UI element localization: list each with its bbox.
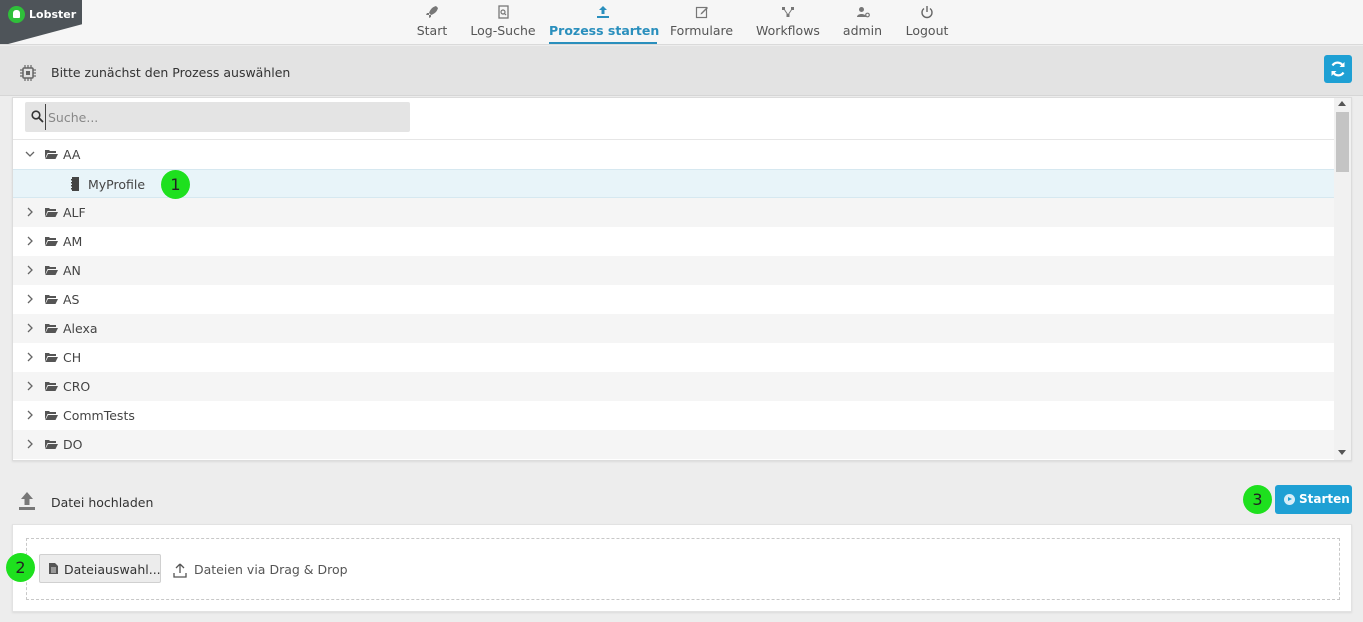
tree-folder-am[interactable]: AM — [13, 227, 1335, 256]
folder-open-icon — [45, 440, 58, 449]
search-input[interactable] — [45, 104, 405, 130]
nav-logout[interactable]: Logout — [903, 0, 951, 44]
chevron-right-icon[interactable] — [25, 381, 35, 391]
chip-icon — [20, 65, 36, 81]
tree-folder-cro[interactable]: CRO — [13, 372, 1335, 401]
file-select-button[interactable]: Dateiauswahl... — [39, 554, 161, 583]
tree-folder-label: AA — [63, 147, 81, 162]
tree-folder-aa[interactable]: AA — [13, 140, 1335, 169]
upload-icon — [597, 6, 609, 18]
lobster-logo[interactable]: Lobster — [0, 0, 82, 44]
chevron-right-icon[interactable] — [25, 439, 35, 449]
upload-section-icon — [19, 492, 35, 510]
nav-label: Formulare — [669, 23, 734, 38]
step-marker-1: 1 — [161, 170, 190, 199]
chevron-right-icon[interactable] — [25, 352, 35, 362]
top-navigation: Lobster Start Log-Suche Prozess starten … — [0, 0, 1363, 45]
step-marker-3: 3 — [1243, 485, 1272, 514]
chevron-right-icon[interactable] — [25, 265, 35, 275]
file-icon — [49, 563, 58, 574]
refresh-button[interactable] — [1324, 55, 1352, 83]
folder-open-icon — [45, 295, 58, 304]
tree-folder-ch[interactable]: CH — [13, 343, 1335, 372]
process-header: Bitte zunächst den Prozess auswählen — [0, 46, 1363, 96]
nav-start[interactable]: Start — [412, 0, 452, 44]
chevron-right-icon[interactable] — [25, 207, 35, 217]
folder-open-icon — [45, 237, 58, 246]
nav-log-suche[interactable]: Log-Suche — [468, 0, 538, 44]
tree-folder-do[interactable]: DO — [13, 430, 1335, 459]
tree-folder-an[interactable]: AN — [13, 256, 1335, 285]
start-button-label: Starten — [1299, 492, 1350, 506]
user-settings-icon — [856, 7, 870, 18]
tree-folder-label: CRO — [63, 379, 91, 394]
tree-list: AA MyProfile ALF AM AN AS Alexa CH CRO C… — [13, 140, 1335, 459]
drop-zone[interactable]: Dateiauswahl... Dateien via Drag & Drop — [26, 538, 1340, 600]
nav-prozess-starten[interactable]: Prozess starten — [549, 0, 660, 44]
upload-panel: Dateiauswahl... Dateien via Drag & Drop — [12, 524, 1352, 612]
upload-icon — [173, 563, 187, 578]
nav-workflows[interactable]: Workflows — [753, 0, 823, 44]
tree-folder-label: CH — [63, 350, 82, 365]
search-box — [25, 102, 410, 132]
tree-item-myprofile[interactable]: MyProfile — [13, 169, 1335, 198]
folder-open-icon — [45, 324, 58, 333]
file-select-label: Dateiauswahl... — [64, 562, 161, 577]
tree-item-label: MyProfile — [88, 177, 146, 192]
tree-folder-alexa[interactable]: Alexa — [13, 314, 1335, 343]
tree-folder-label: CommTests — [63, 408, 135, 423]
tree-folder-label: ALF — [63, 205, 86, 220]
chevron-right-icon[interactable] — [25, 236, 35, 246]
scroll-down-arrow-icon[interactable] — [1338, 450, 1346, 455]
chevron-right-icon[interactable] — [25, 323, 35, 333]
process-title: Bitte zunächst den Prozess auswählen — [51, 65, 291, 80]
tree-folder-commtests[interactable]: CommTests — [13, 401, 1335, 430]
chevron-right-icon[interactable] — [25, 410, 35, 420]
logo-text: Lobster — [29, 8, 77, 21]
scroll-thumb[interactable] — [1336, 112, 1349, 172]
search-icon — [31, 110, 44, 123]
nav-label: Log-Suche — [470, 23, 536, 38]
chevron-right-icon[interactable] — [25, 294, 35, 304]
folder-open-icon — [45, 208, 58, 217]
folder-open-icon — [45, 150, 58, 159]
tree-folder-label: DO — [63, 437, 83, 452]
upload-title: Datei hochladen — [51, 495, 154, 510]
tree-folder-label: Alexa — [63, 321, 98, 336]
log-search-icon — [498, 5, 509, 19]
nav-label: Prozess starten — [549, 23, 660, 38]
refresh-icon — [1331, 61, 1345, 77]
folder-open-icon — [45, 353, 58, 362]
tree-scrollbar[interactable] — [1334, 98, 1351, 460]
step-marker-2: 2 — [6, 553, 35, 582]
lobster-logo-icon — [8, 6, 25, 23]
drag-drop-text: Dateien via Drag & Drop — [194, 562, 348, 577]
nav-formulare[interactable]: Formulare — [668, 0, 735, 44]
folder-open-icon — [45, 411, 58, 420]
play-icon — [1284, 494, 1295, 505]
folder-open-icon — [45, 266, 58, 275]
process-file-icon — [71, 177, 79, 191]
nav-label: admin — [842, 23, 883, 38]
tree-folder-label: AN — [63, 263, 81, 278]
process-tree-panel: AA MyProfile ALF AM AN AS — [12, 97, 1352, 461]
tree-folder-as[interactable]: AS — [13, 285, 1335, 314]
rocket-icon — [426, 6, 438, 18]
tree-folder-alf[interactable]: ALF — [13, 198, 1335, 227]
tree-folder-label: AS — [63, 292, 80, 307]
power-icon — [921, 6, 933, 19]
folder-open-icon — [45, 382, 58, 391]
nav-label: Logout — [905, 23, 949, 38]
tree-folder-label: AM — [63, 234, 83, 249]
nav-label: Start — [416, 23, 448, 38]
scroll-up-arrow-icon[interactable] — [1338, 101, 1346, 106]
start-button[interactable]: Starten — [1275, 485, 1352, 514]
workflow-icon — [782, 7, 794, 17]
chevron-down-icon[interactable] — [25, 149, 35, 159]
nav-admin[interactable]: admin — [840, 0, 885, 44]
edit-form-icon — [695, 6, 708, 19]
nav-label: Workflows — [756, 23, 820, 38]
